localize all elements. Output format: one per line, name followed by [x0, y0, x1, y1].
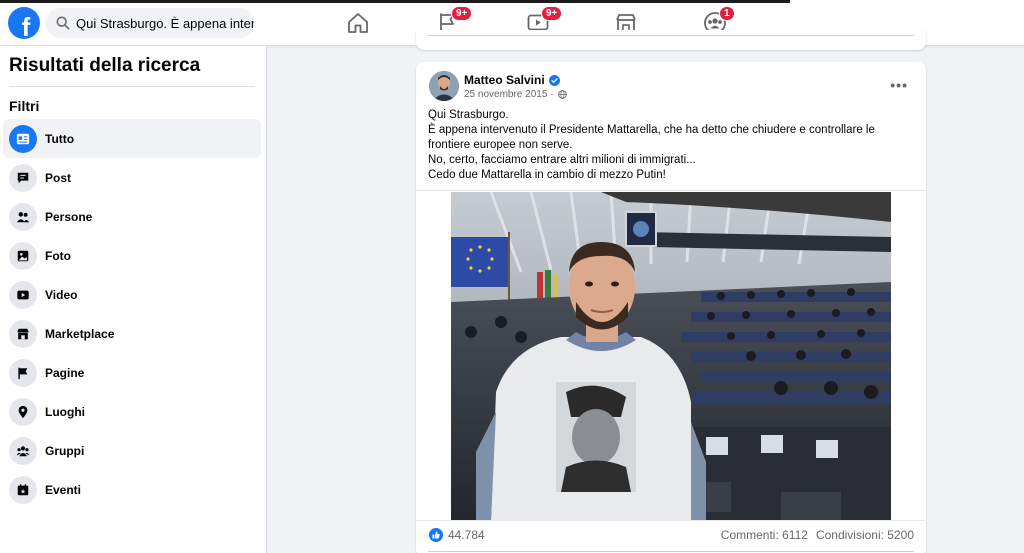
photo-icon	[17, 250, 29, 261]
filter-label: Luoghi	[45, 404, 85, 419]
filter-label: Marketplace	[45, 326, 115, 341]
post-text-line: No, certo, facciamo entrare altri milion…	[428, 154, 696, 166]
divider	[9, 86, 255, 87]
author-name-text[interactable]: Matteo Salvini	[464, 73, 545, 87]
filter-label: Pagine	[45, 365, 85, 380]
marketplace-icon	[17, 328, 29, 339]
watch-notification-badge: 9+	[541, 6, 563, 21]
engagement-counts: Commenti: 6112 Condivisioni: 5200	[721, 528, 914, 542]
filter-label: Eventi	[45, 482, 82, 497]
search-icon	[56, 16, 70, 30]
filter-label: Gruppi	[45, 443, 85, 458]
groups-icon	[16, 445, 30, 456]
home-icon[interactable]	[346, 11, 370, 35]
filter-label: Video	[45, 287, 78, 302]
filter-item-video[interactable]: Video	[3, 275, 261, 314]
avatar-image	[429, 71, 459, 101]
post-text: Qui Strasburgo. È appena intervenuto il …	[428, 108, 908, 183]
post-photo[interactable]	[451, 192, 891, 520]
filter-item-persone[interactable]: Persone	[3, 197, 261, 236]
filter-item-gruppi[interactable]: Gruppi	[3, 431, 261, 470]
post-photo-container	[416, 190, 926, 521]
post-icon	[17, 172, 29, 183]
all-icon	[16, 133, 30, 144]
post-text-line: Qui Strasburgo.	[428, 109, 509, 121]
filter-item-pagine[interactable]: Pagine	[3, 353, 261, 392]
filter-label: Post	[45, 170, 72, 185]
filter-item-eventi[interactable]: Eventi	[3, 470, 261, 509]
filter-item-marketplace[interactable]: Marketplace	[3, 314, 261, 353]
search-input[interactable]	[76, 15, 254, 31]
location-icon	[18, 405, 28, 418]
search-results-sidebar: Risultati della ricerca Filtri Tutto Pos…	[0, 46, 267, 553]
video-icon	[17, 290, 29, 299]
globe-icon	[557, 90, 567, 99]
likes-count: 44.784	[448, 528, 485, 542]
page-title: Risultati della ricerca	[9, 55, 201, 76]
post-card: Matteo Salvini 25 novembre 2015 · ••• Qu…	[416, 62, 926, 553]
like-reaction-icon	[429, 528, 443, 542]
filter-label: Foto	[45, 248, 71, 263]
comments-count[interactable]: Commenti: 6112	[721, 528, 808, 542]
post-date[interactable]: 25 novembre 2015	[464, 89, 547, 100]
more-options-icon[interactable]: •••	[890, 77, 908, 93]
divider	[428, 551, 914, 552]
filter-list: Tutto Post Persone Foto Video Marketplac…	[3, 119, 261, 509]
filter-label: Persone	[45, 209, 93, 224]
shares-count[interactable]: Condivisioni: 5200	[816, 528, 914, 542]
groups-notification-badge: 1	[719, 6, 735, 21]
flag-icon	[18, 367, 28, 379]
facebook-logo-icon[interactable]: f	[8, 7, 40, 39]
filter-label: Tutto	[45, 131, 75, 146]
filter-item-foto[interactable]: Foto	[3, 236, 261, 275]
post-text-line: È appena intervenuto il Presidente Matta…	[428, 124, 875, 136]
search-bar[interactable]	[46, 8, 254, 38]
post-text-line: frontiere europee non serve.	[428, 139, 573, 151]
people-icon	[16, 211, 30, 222]
pages-notification-badge: 9+	[451, 6, 473, 21]
top-edge-line	[0, 0, 790, 3]
verified-badge-icon	[548, 74, 560, 86]
calendar-icon	[17, 483, 29, 495]
post-text-line: Cedo due Mattarella in cambio di mezzo P…	[428, 169, 666, 181]
author-avatar[interactable]	[429, 71, 459, 101]
filter-item-post[interactable]: Post	[3, 158, 261, 197]
filters-heading: Filtri	[9, 98, 40, 114]
reactions-summary[interactable]: 44.784	[429, 528, 485, 542]
filter-item-tutto[interactable]: Tutto	[3, 119, 261, 158]
post-meta: 25 novembre 2015 ·	[464, 89, 567, 100]
filter-item-luoghi[interactable]: Luoghi	[3, 392, 261, 431]
author-name[interactable]: Matteo Salvini	[464, 73, 560, 87]
previous-post-card	[416, 30, 926, 50]
